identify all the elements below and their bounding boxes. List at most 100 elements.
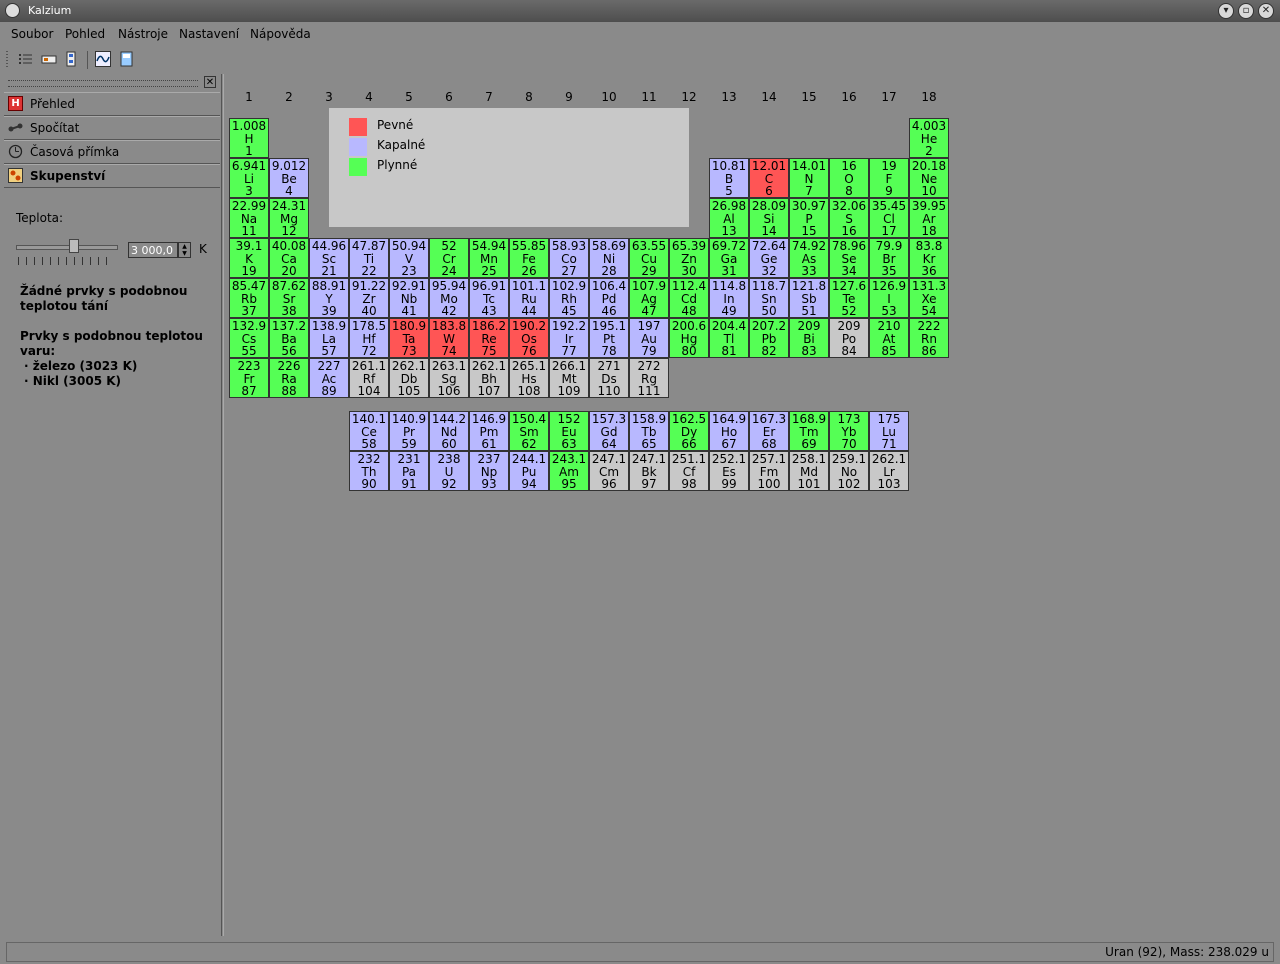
element-cell-te[interactable]: 127.6 Te 52 xyxy=(829,278,869,318)
menu-settings[interactable]: Nastavení xyxy=(179,27,239,41)
element-cell-ho[interactable]: 164.9 Ho 67 xyxy=(709,411,749,451)
element-cell-ca[interactable]: 40.08 Ca 20 xyxy=(269,238,309,278)
element-cell-po[interactable]: 209 Po 84 xyxy=(829,318,869,358)
element-cell-as[interactable]: 74.92 As 33 xyxy=(789,238,829,278)
element-cell-s[interactable]: 32.06 S 16 xyxy=(829,198,869,238)
element-cell-ni[interactable]: 58.69 Ni 28 xyxy=(589,238,629,278)
element-cell-sg[interactable]: 263.1 Sg 106 xyxy=(429,358,469,398)
element-cell-h[interactable]: 1.008 H 1 xyxy=(229,118,269,158)
element-cell-sm[interactable]: 150.4 Sm 62 xyxy=(509,411,549,451)
element-cell-bi[interactable]: 209 Bi 83 xyxy=(789,318,829,358)
element-cell-na[interactable]: 22.99 Na 11 xyxy=(229,198,269,238)
element-cell-o[interactable]: 16 O 8 xyxy=(829,158,869,198)
element-cell-yb[interactable]: 173 Yb 70 xyxy=(829,411,869,451)
element-cell-w[interactable]: 183.8 W 74 xyxy=(429,318,469,358)
element-cell-i[interactable]: 126.9 I 53 xyxy=(869,278,909,318)
temperature-input[interactable]: 3 000,0 xyxy=(128,242,178,258)
element-cell-hf[interactable]: 178.5 Hf 72 xyxy=(349,318,389,358)
element-cell-er[interactable]: 167.3 Er 68 xyxy=(749,411,789,451)
plot-icon[interactable] xyxy=(95,51,111,67)
minimize-icon[interactable]: ▾ xyxy=(1218,3,1234,19)
temperature-slider-track[interactable] xyxy=(16,245,118,250)
element-cell-sb[interactable]: 121.8 Sb 51 xyxy=(789,278,829,318)
element-cell-hs[interactable]: 265.1 Hs 108 xyxy=(509,358,549,398)
element-cell-db[interactable]: 262.1 Db 105 xyxy=(389,358,429,398)
element-cell-ba[interactable]: 137.2 Ba 56 xyxy=(269,318,309,358)
layout-icon[interactable] xyxy=(63,51,79,67)
element-cell-ir[interactable]: 192.2 Ir 77 xyxy=(549,318,589,358)
element-cell-ce[interactable]: 140.1 Ce 58 xyxy=(349,411,389,451)
glossary-icon[interactable] xyxy=(119,51,135,67)
element-cell-y[interactable]: 88.91 Y 39 xyxy=(309,278,349,318)
element-cell-sc[interactable]: 44.96 Sc 21 xyxy=(309,238,349,278)
element-cell-cr[interactable]: 52 Cr 24 xyxy=(429,238,469,278)
element-cell-mo[interactable]: 95.94 Mo 42 xyxy=(429,278,469,318)
element-cell-eu[interactable]: 152 Eu 63 xyxy=(549,411,589,451)
toolbar-handle[interactable] xyxy=(6,51,8,69)
element-cell-k[interactable]: 39.1 K 19 xyxy=(229,238,269,278)
element-cell-li[interactable]: 6.941 Li 3 xyxy=(229,158,269,198)
element-cell-lr[interactable]: 262.1 Lr 103 xyxy=(869,451,909,491)
element-cell-cd[interactable]: 112.4 Cd 48 xyxy=(669,278,709,318)
list-view-icon[interactable] xyxy=(18,51,34,67)
temperature-spin-buttons[interactable]: ▲ ▼ xyxy=(178,242,191,258)
element-cell-la[interactable]: 138.9 La 57 xyxy=(309,318,349,358)
sidebar-close-icon[interactable]: ✕ xyxy=(204,76,216,88)
element-cell-rb[interactable]: 85.47 Rb 37 xyxy=(229,278,269,318)
close-icon[interactable]: ✕ xyxy=(1258,3,1274,19)
element-cell-cf[interactable]: 251.1 Cf 98 xyxy=(669,451,709,491)
app-icon[interactable] xyxy=(5,3,20,18)
element-cell-tl[interactable]: 204.4 Tl 81 xyxy=(709,318,749,358)
element-cell-rg[interactable]: 272 Rg 111 xyxy=(629,358,669,398)
element-cell-pr[interactable]: 140.9 Pr 59 xyxy=(389,411,429,451)
element-cell-ra[interactable]: 226 Ra 88 xyxy=(269,358,309,398)
element-cell-cu[interactable]: 63.55 Cu 29 xyxy=(629,238,669,278)
element-cell-al[interactable]: 26.98 Al 13 xyxy=(709,198,749,238)
element-cell-pm[interactable]: 146.9 Pm 61 xyxy=(469,411,509,451)
element-cell-in[interactable]: 114.8 In 49 xyxy=(709,278,749,318)
element-cell-mn[interactable]: 54.94 Mn 25 xyxy=(469,238,509,278)
element-cell-tc[interactable]: 96.91 Tc 43 xyxy=(469,278,509,318)
menu-help[interactable]: Nápověda xyxy=(250,27,311,41)
panel-splitter[interactable] xyxy=(221,74,224,936)
element-cell-md[interactable]: 258.1 Md 101 xyxy=(789,451,829,491)
element-cell-se[interactable]: 78.96 Se 34 xyxy=(829,238,869,278)
element-cell-fm[interactable]: 257.1 Fm 100 xyxy=(749,451,789,491)
element-cell-at[interactable]: 210 At 85 xyxy=(869,318,909,358)
element-cell-re[interactable]: 186.2 Re 75 xyxy=(469,318,509,358)
element-cell-si[interactable]: 28.09 Si 14 xyxy=(749,198,789,238)
element-cell-ac[interactable]: 227 Ac 89 xyxy=(309,358,349,398)
element-cell-ta[interactable]: 180.9 Ta 73 xyxy=(389,318,429,358)
element-cell-ar[interactable]: 39.95 Ar 18 xyxy=(909,198,949,238)
element-cell-zr[interactable]: 91.22 Zr 40 xyxy=(349,278,389,318)
element-cell-nd[interactable]: 144.2 Nd 60 xyxy=(429,411,469,451)
element-cell-ru[interactable]: 101.1 Ru 44 xyxy=(509,278,549,318)
element-cell-cm[interactable]: 247.1 Cm 96 xyxy=(589,451,629,491)
element-cell-kr[interactable]: 83.8 Kr 36 xyxy=(909,238,949,278)
element-cell-au[interactable]: 197 Au 79 xyxy=(629,318,669,358)
element-cell-be[interactable]: 9.012 Be 4 xyxy=(269,158,309,198)
menu-tools[interactable]: Nástroje xyxy=(118,27,168,41)
element-cell-pb[interactable]: 207.2 Pb 82 xyxy=(749,318,789,358)
element-cell-bk[interactable]: 247.1 Bk 97 xyxy=(629,451,669,491)
element-cell-os[interactable]: 190.2 Os 76 xyxy=(509,318,549,358)
element-cell-co[interactable]: 58.93 Co 27 xyxy=(549,238,589,278)
element-cell-p[interactable]: 30.97 P 15 xyxy=(789,198,829,238)
element-cell-ga[interactable]: 69.72 Ga 31 xyxy=(709,238,749,278)
element-cell-cs[interactable]: 132.9 Cs 55 xyxy=(229,318,269,358)
tab-timeline[interactable]: Časová přímka xyxy=(4,140,220,164)
temperature-slider-handle[interactable] xyxy=(69,239,79,253)
element-cell-sn[interactable]: 118.7 Sn 50 xyxy=(749,278,789,318)
element-cell-v[interactable]: 50.94 V 23 xyxy=(389,238,429,278)
element-cell-np[interactable]: 237 Np 93 xyxy=(469,451,509,491)
tab-state-of-matter[interactable]: Skupenství xyxy=(4,164,220,188)
element-cell-n[interactable]: 14.01 N 7 xyxy=(789,158,829,198)
element-cell-ag[interactable]: 107.9 Ag 47 xyxy=(629,278,669,318)
tab-calculate[interactable]: Spočítat xyxy=(4,116,220,140)
element-cell-rn[interactable]: 222 Rn 86 xyxy=(909,318,949,358)
element-cell-th[interactable]: 232 Th 90 xyxy=(349,451,389,491)
element-cell-mt[interactable]: 266.1 Mt 109 xyxy=(549,358,589,398)
element-cell-hg[interactable]: 200.6 Hg 80 xyxy=(669,318,709,358)
maximize-icon[interactable]: ▫ xyxy=(1238,3,1254,19)
element-cell-pa[interactable]: 231 Pa 91 xyxy=(389,451,429,491)
